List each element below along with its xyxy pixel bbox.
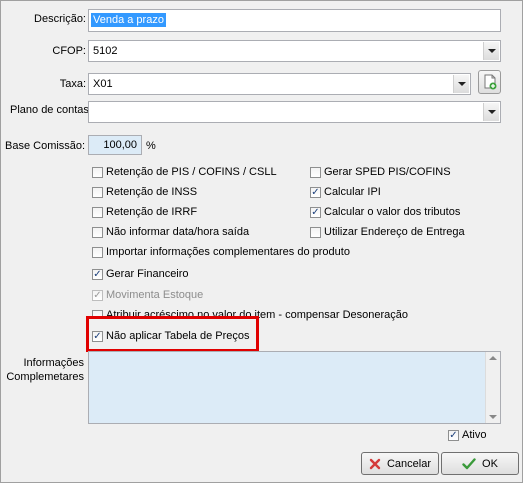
ativo-checkbox[interactable]: ✓: [448, 430, 459, 441]
base-comissao-input[interactable]: 100,00: [88, 135, 142, 155]
gerar-sped-checkbox[interactable]: [310, 167, 321, 178]
cancel-button-label: Cancelar: [386, 457, 432, 470]
cfop-label: CFOP:: [52, 45, 86, 57]
ativo-label: Ativo: [462, 429, 487, 441]
chevron-down-icon: [487, 110, 496, 114]
scroll-down-icon[interactable]: [489, 415, 497, 419]
retencao-pis-cofins-csll-label: Retenção de PIS / COFINS / CSLL: [106, 166, 277, 178]
endereco-entrega-label: Utilizar Endereço de Entrega: [324, 226, 465, 238]
movimenta-estoque-checkbox[interactable]: ✓: [92, 290, 103, 301]
calcular-tributos-label: Calcular o valor dos tributos: [324, 206, 461, 218]
retencao-inss-checkbox[interactable]: [92, 187, 103, 198]
ok-button-label: OK: [482, 457, 498, 470]
new-document-icon: [484, 74, 496, 90]
taxa-label: Taxa:: [59, 78, 86, 90]
descricao-label: Descrição:: [34, 13, 86, 25]
checkmark-icon: [462, 457, 476, 469]
cfop-value: 5102: [93, 45, 118, 57]
retencao-inss-label: Retenção de INSS: [106, 186, 198, 198]
add-taxa-button[interactable]: [478, 70, 501, 94]
retencao-irrf-checkbox[interactable]: [92, 207, 103, 218]
calcular-tributos-checkbox[interactable]: ✓: [310, 207, 321, 218]
nao-aplicar-tabela-precos-label: Não aplicar Tabela de Preços: [106, 330, 250, 342]
taxa-dropdown-button[interactable]: [453, 75, 469, 93]
endereco-entrega-checkbox[interactable]: [310, 227, 321, 238]
cancel-button[interactable]: Cancelar: [361, 452, 439, 475]
descricao-value: Venda a prazo: [91, 13, 166, 27]
gerar-financeiro-label: Gerar Financeiro: [106, 268, 189, 280]
descricao-input[interactable]: Venda a prazo: [88, 9, 501, 32]
importar-info-produto-label: Importar informações complementares do p…: [106, 246, 350, 258]
close-icon: [369, 458, 381, 469]
gerar-sped-label: Gerar SPED PIS/COFINS: [324, 166, 451, 178]
cfop-select[interactable]: 5102: [88, 40, 501, 62]
textarea-scrollbar[interactable]: [485, 352, 500, 423]
calcular-ipi-checkbox[interactable]: ✓: [310, 187, 321, 198]
taxa-select[interactable]: X01: [88, 73, 471, 95]
cfop-dropdown-button[interactable]: [483, 42, 499, 60]
base-comissao-value: 100,00: [103, 139, 137, 151]
nao-informar-data-hora-label: Não informar data/hora saída: [106, 226, 250, 238]
base-comissao-label: Base Comissão:: [5, 140, 86, 152]
nao-aplicar-tabela-precos-checkbox[interactable]: ✓: [92, 331, 103, 342]
informacoes-complementares-textarea[interactable]: [88, 351, 501, 424]
ok-button[interactable]: OK: [441, 452, 519, 475]
chevron-down-icon: [487, 49, 496, 53]
retencao-pis-cofins-csll-checkbox[interactable]: [92, 167, 103, 178]
calcular-ipi-label: Calcular IPI: [324, 186, 381, 198]
gerar-financeiro-checkbox[interactable]: ✓: [92, 269, 103, 280]
nao-informar-data-hora-checkbox[interactable]: [92, 227, 103, 238]
plano-contas-dropdown-button[interactable]: [483, 103, 499, 121]
scroll-up-icon[interactable]: [489, 356, 497, 360]
base-comissao-unit: %: [146, 140, 156, 152]
informacoes-complementares-label: Informações Complemetares: [6, 357, 84, 383]
importar-info-produto-checkbox[interactable]: [92, 247, 103, 258]
taxa-value: X01: [93, 78, 113, 90]
chevron-down-icon: [457, 82, 466, 86]
retencao-irrf-label: Retenção de IRRF: [106, 206, 198, 218]
plano-contas-select[interactable]: [88, 101, 501, 123]
plano-contas-label: Plano de contas: [10, 104, 89, 116]
movimenta-estoque-label: Movimenta Estoque: [106, 289, 204, 301]
